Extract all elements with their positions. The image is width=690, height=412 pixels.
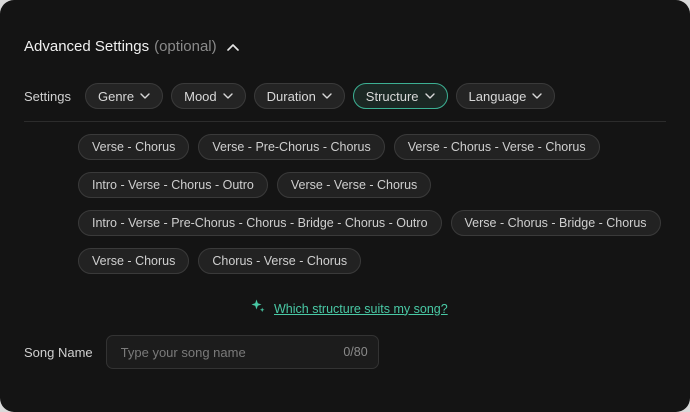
chevron-down-icon bbox=[140, 93, 150, 99]
structure-chip[interactable]: Verse - Chorus bbox=[78, 248, 190, 274]
section-title: Advanced Settings bbox=[24, 38, 150, 55]
duration-dropdown[interactable]: Duration bbox=[253, 83, 345, 109]
divider bbox=[24, 121, 666, 122]
song-name-row: Song Name 0/80 bbox=[24, 335, 379, 369]
song-name-label: Song Name bbox=[24, 344, 93, 360]
advanced-settings-panel: Advanced Settings (optional) Settings Ge… bbox=[0, 0, 690, 412]
duration-dropdown-label: Duration bbox=[266, 88, 316, 104]
structure-chip[interactable]: Intro - Verse - Pre-Chorus - Chorus - Br… bbox=[78, 210, 442, 236]
chevron-down-icon bbox=[532, 93, 543, 99]
chip-row: Verse - Chorus Verse - Pre-Chorus - Chor… bbox=[78, 134, 678, 160]
song-name-input[interactable] bbox=[118, 343, 323, 361]
settings-label: Settings bbox=[24, 88, 71, 104]
structure-chip[interactable]: Verse - Chorus - Verse - Chorus bbox=[393, 134, 600, 160]
chip-row: Intro - Verse - Chorus - Outro Verse - V… bbox=[78, 172, 678, 198]
structure-chip[interactable]: Chorus - Verse - Chorus bbox=[198, 248, 362, 274]
structure-chip[interactable]: Verse - Pre-Chorus - Chorus bbox=[198, 134, 385, 160]
structure-help-link[interactable]: Which structure suits my song? bbox=[274, 302, 448, 316]
settings-filter-row: Settings Genre Mood Duration Structure L… bbox=[24, 83, 563, 109]
character-counter: 0/80 bbox=[343, 345, 368, 359]
structure-dropdown-label: Structure bbox=[365, 88, 419, 104]
structure-chip[interactable]: Verse - Chorus bbox=[78, 134, 190, 160]
language-dropdown[interactable]: Language bbox=[455, 83, 556, 109]
structure-options: Verse - Chorus Verse - Pre-Chorus - Chor… bbox=[78, 134, 678, 286]
genre-dropdown-label: Genre bbox=[97, 88, 135, 104]
genre-dropdown[interactable]: Genre bbox=[84, 83, 164, 109]
sparkle-icon bbox=[250, 298, 266, 319]
language-dropdown-label: Language bbox=[468, 88, 527, 104]
chevron-up-icon[interactable] bbox=[226, 43, 239, 51]
chevron-down-icon bbox=[322, 93, 332, 99]
structure-chip[interactable]: Verse - Verse - Chorus bbox=[276, 172, 432, 198]
advanced-settings-toggle[interactable]: Advanced Settings (optional) bbox=[24, 38, 239, 55]
structure-chip[interactable]: Verse - Chorus - Bridge - Chorus bbox=[450, 210, 661, 236]
chevron-down-icon bbox=[222, 93, 233, 99]
song-name-field[interactable]: 0/80 bbox=[105, 335, 379, 369]
structure-dropdown[interactable]: Structure bbox=[352, 83, 448, 109]
structure-help: Which structure suits my song? bbox=[250, 298, 448, 319]
chip-row: Intro - Verse - Pre-Chorus - Chorus - Br… bbox=[78, 210, 678, 236]
structure-chip[interactable]: Intro - Verse - Chorus - Outro bbox=[78, 172, 268, 198]
mood-dropdown[interactable]: Mood bbox=[171, 83, 246, 109]
optional-label: (optional) bbox=[154, 38, 217, 55]
chip-row: Verse - Chorus Chorus - Verse - Chorus bbox=[78, 248, 678, 274]
mood-dropdown-label: Mood bbox=[184, 88, 217, 104]
chevron-down-icon bbox=[424, 93, 435, 99]
